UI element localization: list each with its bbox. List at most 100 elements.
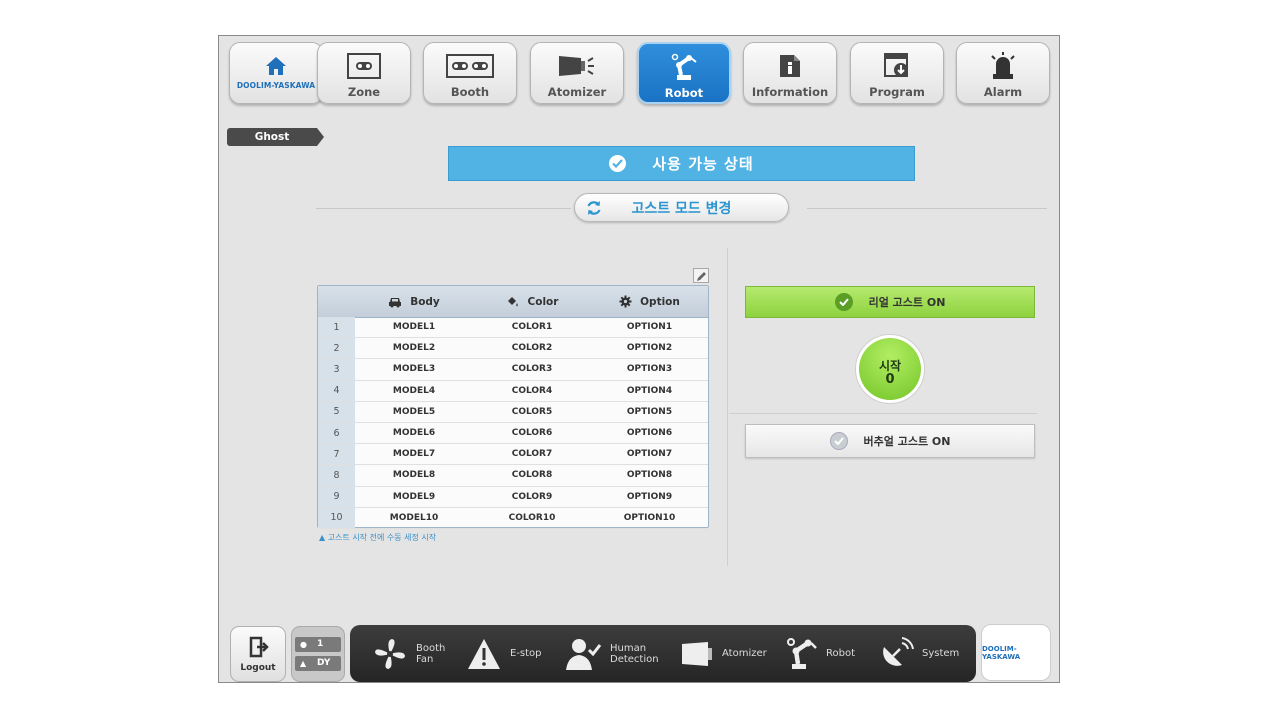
change-ghost-mode-button[interactable]: 고스트 모드 변경 bbox=[574, 193, 789, 222]
row-number: 8 bbox=[318, 465, 355, 486]
nav-atomizer-button[interactable]: Atomizer bbox=[530, 42, 624, 104]
table-header: Body Color Option bbox=[318, 286, 708, 318]
column-label: Body bbox=[410, 295, 440, 308]
cell-option: OPTION7 bbox=[626, 449, 673, 460]
refresh-icon bbox=[585, 199, 603, 221]
cell-body: MODEL7 bbox=[392, 449, 436, 460]
table-row[interactable]: 9 MODEL9 COLOR9 OPTION9 bbox=[318, 486, 708, 508]
zone-icon bbox=[318, 53, 410, 79]
cell-body: MODEL1 bbox=[392, 322, 436, 333]
nav-information-button[interactable]: Information bbox=[743, 42, 837, 104]
cell-body: MODEL5 bbox=[392, 406, 436, 417]
cell-option: OPTION4 bbox=[626, 385, 673, 396]
status-human-detection[interactable]: Human Detection bbox=[564, 625, 659, 682]
table-row[interactable]: 6 MODEL6 COLOR6 OPTION6 bbox=[318, 423, 708, 445]
info-icon bbox=[744, 53, 836, 79]
virtual-ghost-on-button[interactable]: 버추얼 고스트 ON bbox=[745, 424, 1035, 458]
start-button[interactable]: 시작 0 bbox=[859, 338, 921, 400]
cell-body: MODEL9 bbox=[392, 491, 436, 502]
table-row[interactable]: 1 MODEL1 COLOR1 OPTION1 bbox=[318, 317, 708, 339]
user-name: DY bbox=[317, 658, 331, 668]
table-row[interactable]: 7 MODEL7 COLOR7 OPTION7 bbox=[318, 444, 708, 466]
gear-icon bbox=[619, 295, 632, 308]
check-circle-icon bbox=[834, 293, 853, 311]
cell-body: MODEL3 bbox=[392, 364, 436, 375]
human-detection-icon bbox=[566, 638, 602, 670]
nav-information-label: Information bbox=[751, 85, 829, 99]
table-row[interactable]: 8 MODEL8 COLOR8 OPTION8 bbox=[318, 465, 708, 487]
start-count: 0 bbox=[885, 372, 895, 387]
page-tag: Ghost bbox=[227, 128, 324, 146]
nav-program-label: Program bbox=[869, 85, 925, 99]
car-icon bbox=[389, 297, 402, 307]
status-robot[interactable]: Robot bbox=[786, 625, 855, 682]
cell-body: MODEL2 bbox=[392, 343, 436, 354]
edit-icon[interactable] bbox=[693, 268, 709, 283]
cell-color: COLOR10 bbox=[508, 512, 556, 523]
warning-icon bbox=[468, 638, 500, 669]
cell-body: MODEL10 bbox=[389, 512, 439, 523]
check-circle-icon bbox=[829, 432, 848, 450]
cell-body: MODEL4 bbox=[392, 385, 436, 396]
status-label: Human Detection bbox=[610, 642, 659, 665]
row-number: 7 bbox=[318, 444, 355, 465]
real-ghost-on-button[interactable]: 리얼 고스트 ON bbox=[745, 286, 1035, 318]
satellite-dish-icon bbox=[883, 636, 914, 666]
cell-color: COLOR9 bbox=[511, 491, 553, 502]
row-number: 1 bbox=[318, 317, 355, 338]
fan-icon bbox=[375, 638, 405, 669]
virtual-ghost-label: 버추얼 고스트 ON bbox=[863, 435, 951, 448]
column-header-option: Option bbox=[591, 286, 708, 317]
column-label: Option bbox=[640, 295, 680, 308]
user-id-row: ● 1 bbox=[295, 637, 341, 652]
device-status-strip: Booth Fan E-stop Human Detection Atomize… bbox=[350, 625, 976, 682]
row-number: 2 bbox=[318, 338, 355, 359]
nav-booth-button[interactable]: Booth bbox=[423, 42, 517, 104]
nav-program-button[interactable]: Program bbox=[850, 42, 944, 104]
status-e-stop[interactable]: E-stop bbox=[466, 625, 542, 682]
cell-option: OPTION1 bbox=[626, 322, 673, 333]
nav-home-button[interactable]: DOOLIM-YASKAWA bbox=[229, 42, 323, 104]
divider bbox=[316, 208, 571, 209]
nav-zone-button[interactable]: Zone bbox=[317, 42, 411, 104]
row-number: 9 bbox=[318, 486, 355, 507]
row-number: 4 bbox=[318, 380, 355, 401]
change-ghost-mode-label: 고스트 모드 변경 bbox=[631, 200, 732, 217]
booth-icon bbox=[424, 53, 516, 79]
divider bbox=[729, 413, 1037, 414]
check-circle-icon bbox=[609, 155, 627, 172]
status-system[interactable]: System bbox=[878, 625, 959, 682]
status-label: Booth Fan bbox=[416, 642, 446, 665]
ghost-sequence-table: Body Color Option 1 MODEL1 COLOR1 OPTION1 2 M… bbox=[317, 285, 709, 529]
row-number: 6 bbox=[318, 423, 355, 444]
alarm-icon bbox=[957, 52, 1049, 79]
user-id: 1 bbox=[317, 639, 324, 649]
nav-home-label: DOOLIM-YASKAWA bbox=[236, 81, 316, 90]
app-frame: DOOLIM-YASKAWA Zone Booth Atomizer Robot… bbox=[218, 35, 1060, 683]
table-row[interactable]: 4 MODEL4 COLOR4 OPTION4 bbox=[318, 380, 708, 402]
nav-alarm-button[interactable]: Alarm bbox=[956, 42, 1050, 104]
divider bbox=[807, 208, 1047, 209]
status-label: E-stop bbox=[510, 648, 542, 659]
logout-button[interactable]: Logout bbox=[230, 626, 286, 682]
user-name-row: ▲ DY bbox=[295, 656, 341, 671]
status-booth-fan[interactable]: Booth Fan bbox=[372, 625, 448, 682]
status-atomizer[interactable]: Atomizer bbox=[680, 625, 767, 682]
cell-option: OPTION8 bbox=[626, 470, 673, 481]
status-banner: 사용 가능 상태 bbox=[448, 146, 915, 181]
nav-robot-button[interactable]: Robot bbox=[637, 42, 731, 104]
table-row[interactable]: 5 MODEL5 COLOR5 OPTION5 bbox=[318, 401, 708, 423]
table-row[interactable]: 10 MODEL10 COLOR10 OPTION10 bbox=[318, 507, 708, 529]
program-icon bbox=[851, 53, 943, 79]
home-icon bbox=[230, 53, 322, 79]
row-number: 3 bbox=[318, 359, 355, 380]
column-header-color: Color bbox=[473, 286, 591, 317]
table-row[interactable]: 2 MODEL2 COLOR2 OPTION2 bbox=[318, 338, 708, 360]
cell-color: COLOR6 bbox=[511, 428, 553, 439]
column-header-body: Body bbox=[355, 286, 473, 317]
cell-option: OPTION5 bbox=[626, 406, 673, 417]
table-row[interactable]: 3 MODEL3 COLOR3 OPTION3 bbox=[318, 359, 708, 381]
logout-icon bbox=[249, 636, 269, 662]
real-ghost-label: 리얼 고스트 ON bbox=[868, 296, 946, 309]
robot-arm-icon bbox=[787, 637, 817, 669]
